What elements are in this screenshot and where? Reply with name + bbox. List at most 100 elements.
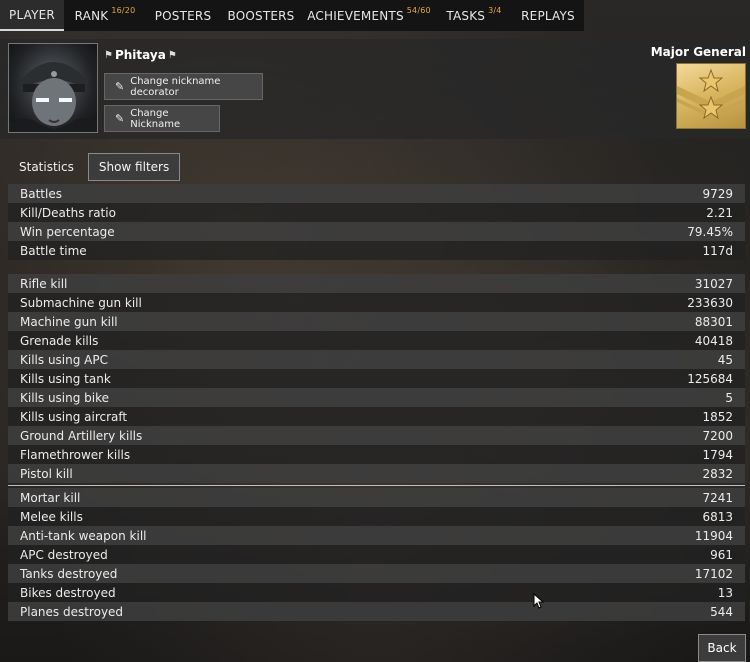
tab-achievements-badge: 54/60 bbox=[406, 6, 431, 15]
stat-value: 233630 bbox=[687, 295, 733, 310]
stat-row: Kills using tank 125684 bbox=[8, 369, 745, 388]
stat-row: APC destroyed 961 bbox=[8, 545, 745, 564]
flag-icon: ⚑ bbox=[104, 49, 113, 61]
stat-label: Mortar kill bbox=[20, 490, 81, 505]
stat-value: 79.45% bbox=[687, 224, 733, 239]
stat-label: Battles bbox=[20, 186, 62, 201]
tab-rank-badge: 16/20 bbox=[111, 6, 136, 15]
stat-row: Melee kills 6813 bbox=[8, 507, 745, 526]
stat-label: Battle time bbox=[20, 243, 87, 258]
stat-value: 544 bbox=[710, 604, 733, 619]
tab-replays-label: REPLAYS bbox=[521, 8, 575, 23]
stat-label: Anti-tank weapon kill bbox=[20, 528, 147, 543]
rank-title: Major General bbox=[650, 45, 746, 59]
change-nickname-button[interactable]: ✎ Change Nickname bbox=[104, 105, 220, 132]
stat-value: 1794 bbox=[702, 447, 733, 462]
stat-label: Win percentage bbox=[20, 224, 115, 239]
stat-value: 45 bbox=[717, 352, 733, 367]
show-filters-button[interactable]: Show filters bbox=[87, 153, 181, 181]
stats-group-general: Battles 9729 Kill/Deaths ratio 2.21 Win pe… bbox=[8, 184, 745, 260]
tab-boosters-label: BOOSTERS bbox=[227, 8, 295, 23]
stat-label: Tanks destroyed bbox=[20, 566, 118, 581]
stat-row: Tanks destroyed 17102 bbox=[8, 564, 745, 583]
stat-label: Kill/Deaths ratio bbox=[20, 205, 116, 220]
stat-label: Kills using bike bbox=[20, 390, 110, 405]
tab-achievements[interactable]: ACHIEVEMENTS 54/60 bbox=[302, 0, 436, 31]
stat-row: Battle time 117d bbox=[8, 241, 745, 260]
back-button[interactable]: Back bbox=[698, 634, 746, 662]
stat-label: Melee kills bbox=[20, 509, 83, 524]
profile-header: ⚑ Phitaya ⚑ ✎ Change nickname decorator … bbox=[0, 39, 750, 139]
stat-value: 961 bbox=[710, 547, 733, 562]
stat-label: Pistol kill bbox=[20, 466, 73, 481]
stat-row: Battles 9729 bbox=[8, 184, 745, 203]
tab-posters-label: POSTERS bbox=[154, 8, 212, 23]
stat-value: 9729 bbox=[702, 186, 733, 201]
divider bbox=[8, 485, 745, 486]
nickname: ⚑ Phitaya ⚑ bbox=[104, 48, 177, 62]
stat-row: Kills using bike 5 bbox=[8, 388, 745, 407]
stat-label: Rifle kill bbox=[20, 276, 68, 291]
stat-label: Grenade kills bbox=[20, 333, 99, 348]
soldier-portrait-icon bbox=[9, 62, 97, 132]
stat-row: Pistol kill 2832 bbox=[8, 464, 745, 483]
pencil-icon: ✎ bbox=[115, 112, 125, 125]
stat-label: Machine gun kill bbox=[20, 314, 118, 329]
stat-row: Bikes destroyed 13 bbox=[8, 583, 745, 602]
stats-group-kills: Rifle kill 31027 Submachine gun kill 23363… bbox=[8, 274, 745, 483]
change-decorator-button[interactable]: ✎ Change nickname decorator bbox=[104, 73, 263, 100]
stat-value: 125684 bbox=[687, 371, 733, 386]
stat-row: Kills using APC 45 bbox=[8, 350, 745, 369]
tab-player-label: PLAYER bbox=[9, 7, 55, 22]
tab-boosters[interactable]: BOOSTERS bbox=[220, 0, 302, 31]
rank-insignia bbox=[676, 63, 746, 129]
stat-row: Grenade kills 40418 bbox=[8, 331, 745, 350]
stat-label: Ground Artillery kills bbox=[20, 428, 143, 443]
stat-row: Rifle kill 31027 bbox=[8, 274, 745, 293]
stats-group-destroyed: Mortar kill 7241 Melee kills 6813 Anti-tan… bbox=[8, 488, 745, 621]
nickname-text: Phitaya bbox=[114, 48, 166, 62]
stat-value: 7200 bbox=[702, 428, 733, 443]
tab-tasks-label: TASKS bbox=[446, 8, 486, 23]
star-icon bbox=[677, 68, 745, 120]
tab-rank-label: RANK bbox=[74, 8, 109, 23]
avatar bbox=[8, 43, 98, 133]
stat-value: 117d bbox=[702, 243, 733, 258]
flag-icon: ⚑ bbox=[167, 49, 177, 61]
tab-tasks-badge: 3/4 bbox=[488, 6, 502, 15]
stat-label: Bikes destroyed bbox=[20, 585, 116, 600]
statistics-bar: Statistics Show filters bbox=[8, 152, 745, 182]
stat-row: Anti-tank weapon kill 11904 bbox=[8, 526, 745, 545]
stat-label: Planes destroyed bbox=[20, 604, 124, 619]
tab-posters[interactable]: POSTERS bbox=[146, 0, 220, 31]
stat-label: APC destroyed bbox=[20, 547, 108, 562]
stat-label: Kills using APC bbox=[20, 352, 108, 367]
stat-row: Ground Artillery kills 7200 bbox=[8, 426, 745, 445]
stat-label: Kills using aircraft bbox=[20, 409, 128, 424]
stat-label: Kills using tank bbox=[20, 371, 111, 386]
tab-replays[interactable]: REPLAYS bbox=[512, 0, 584, 31]
pencil-icon: ✎ bbox=[115, 80, 125, 93]
stat-value: 6813 bbox=[702, 509, 733, 524]
stat-value: 7241 bbox=[702, 490, 733, 505]
stat-value: 5 bbox=[725, 390, 733, 405]
stat-value: 11904 bbox=[694, 528, 733, 543]
change-nickname-label: Change Nickname bbox=[130, 107, 181, 130]
stat-row: Submachine gun kill 233630 bbox=[8, 293, 745, 312]
stat-row: Planes destroyed 544 bbox=[8, 602, 745, 621]
stat-row: Kills using aircraft 1852 bbox=[8, 407, 745, 426]
stat-row: Machine gun kill 88301 bbox=[8, 312, 745, 331]
tab-rank[interactable]: RANK 16/20 bbox=[64, 0, 146, 31]
stat-value: 2832 bbox=[702, 466, 733, 481]
change-decorator-label: Change nickname decorator bbox=[130, 75, 221, 98]
stat-value: 13 bbox=[717, 585, 733, 600]
statistics-title: Statistics bbox=[19, 160, 74, 174]
tab-tasks[interactable]: TASKS 3/4 bbox=[436, 0, 512, 31]
stat-label: Flamethrower kills bbox=[20, 447, 131, 462]
stat-value: 1852 bbox=[702, 409, 733, 424]
stat-row: Kill/Deaths ratio 2.21 bbox=[8, 203, 745, 222]
stat-value: 31027 bbox=[694, 276, 733, 291]
stat-value: 2.21 bbox=[706, 205, 733, 220]
tab-player[interactable]: PLAYER bbox=[0, 0, 64, 31]
stat-row: Win percentage 79.45% bbox=[8, 222, 745, 241]
